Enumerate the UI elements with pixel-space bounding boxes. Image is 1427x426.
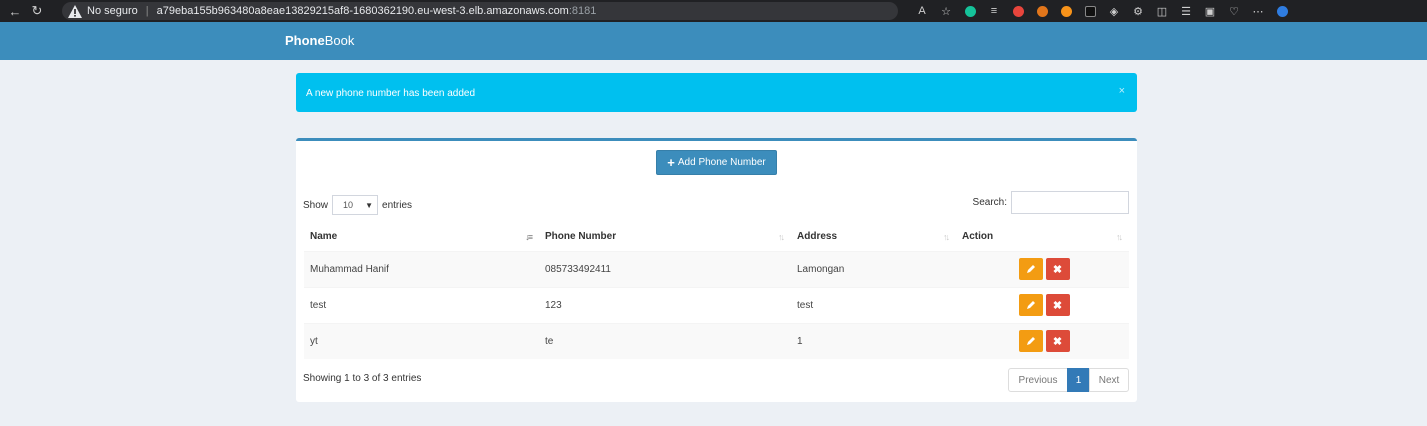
edit-button[interactable]: [1018, 258, 1043, 280]
delete-button[interactable]: ✖: [1045, 294, 1070, 316]
next-page-button[interactable]: Next: [1089, 368, 1129, 392]
favorite-star-icon[interactable]: ☆: [934, 0, 958, 22]
search-label: Search:: [972, 197, 1007, 208]
address-bar[interactable]: No seguro | a79eba155b963480a8eae1382921…: [62, 2, 898, 20]
sort-icon: ↑↓: [778, 232, 785, 242]
phonebook-panel: + Add Phone Number Show 10 ▼ entries Sea…: [296, 138, 1137, 402]
browser-extensions: A ☆ ≡ ◈ ⚙ ◫ ☰ ▣ ♡ ⋯: [910, 0, 1294, 22]
read-aloud-icon[interactable]: A: [910, 0, 934, 22]
alert-message: A new phone number has been added: [306, 88, 476, 99]
delete-button[interactable]: ✖: [1045, 330, 1070, 353]
cell-phone: 123: [539, 286, 791, 323]
close-icon: ✖: [1052, 263, 1063, 276]
dark-extension-icon[interactable]: [1078, 0, 1102, 22]
warning-icon: [68, 4, 82, 18]
security-label: No seguro: [87, 5, 138, 17]
brand-bold: Phone: [285, 33, 325, 48]
column-header-phone-label: Phone Number: [545, 231, 617, 243]
cell-action: ✖: [956, 322, 1129, 359]
edit-button[interactable]: [1018, 330, 1043, 353]
delete-button[interactable]: ✖: [1045, 258, 1070, 280]
table-info: Showing 1 to 3 of 3 entries: [303, 373, 422, 384]
search-control: Search:: [973, 191, 1129, 214]
success-alert: A new phone number has been added ×: [296, 73, 1137, 112]
metamask-extension-icon[interactable]: [1030, 0, 1054, 22]
page-1-button[interactable]: 1: [1067, 368, 1090, 392]
browser-toolbar: ← ↻ No seguro | a79eba155b963480a8eae138…: [0, 0, 1427, 22]
previous-page-button[interactable]: Previous: [1008, 368, 1068, 392]
refresh-icon[interactable]: ↻: [26, 0, 48, 22]
add-phone-number-label: Add Phone Number: [677, 157, 766, 168]
column-header-name-label: Name: [310, 231, 338, 243]
url-port: :8181: [568, 5, 597, 17]
column-header-action[interactable]: Action ↑↓: [956, 223, 1129, 252]
show-label: Show: [303, 199, 329, 211]
column-header-address-label: Address: [797, 231, 838, 243]
chevron-down-icon: ▼: [365, 200, 374, 210]
favorites-list-icon[interactable]: ☰: [1174, 0, 1198, 22]
grammarly-extension-icon[interactable]: [958, 0, 982, 22]
table-row: test 123 test ✖: [304, 286, 1129, 323]
page-length-control: Show 10 ▼ entries: [303, 195, 412, 215]
app-header: PhoneBook: [0, 22, 1427, 60]
sort-icon: ↑↓: [943, 232, 950, 242]
pencil-icon: [1026, 337, 1035, 346]
copilot-icon[interactable]: [1270, 0, 1294, 22]
adblock-extension-icon[interactable]: [1006, 0, 1030, 22]
sort-ascending-icon: ↓≡: [525, 232, 533, 242]
plus-icon: +: [667, 155, 675, 170]
shield-extension-icon[interactable]: ◈: [1102, 0, 1126, 22]
cell-phone: te: [539, 322, 791, 359]
cell-address: 1: [791, 322, 956, 359]
cell-action: ✖: [956, 250, 1129, 287]
table-row: yt te 1 ✖: [304, 322, 1129, 359]
column-header-phone[interactable]: Phone Number ↑↓: [539, 223, 791, 252]
bitcoin-extension-icon[interactable]: [1054, 0, 1078, 22]
search-input[interactable]: [1011, 191, 1129, 214]
cell-name: test: [304, 286, 539, 323]
edit-button[interactable]: [1018, 294, 1043, 316]
phonebook-table: Name ↓≡ Phone Number ↑↓ Address ↑↓ Action ↑↓…: [304, 223, 1129, 359]
cell-address: Lamongan: [791, 250, 956, 287]
brand-rest: Book: [324, 33, 355, 48]
back-arrow-icon[interactable]: ←: [4, 0, 26, 22]
close-icon[interactable]: ×: [1119, 85, 1125, 97]
table-header-row: Name ↓≡ Phone Number ↑↓ Address ↑↓ Action ↑↓: [304, 223, 1129, 252]
translate-extension-icon[interactable]: ≡: [982, 0, 1006, 22]
pagination: Previous 1 Next: [1008, 368, 1129, 392]
entries-label: entries: [382, 199, 413, 211]
puzzle-extensions-icon[interactable]: ⚙: [1126, 0, 1150, 22]
more-menu-icon[interactable]: ⋯: [1246, 0, 1270, 22]
sort-icon: ↑↓: [1116, 232, 1123, 242]
page-length-select[interactable]: 10 ▼: [332, 195, 379, 215]
split-screen-icon[interactable]: ◫: [1150, 0, 1174, 22]
cell-address: test: [791, 286, 956, 323]
performance-icon[interactable]: ♡: [1222, 0, 1246, 22]
page-length-value: 10: [343, 200, 354, 210]
add-phone-number-button[interactable]: + Add Phone Number: [656, 150, 777, 175]
cell-name: yt: [304, 322, 539, 359]
cell-name: Muhammad Hanif: [304, 250, 539, 287]
pencil-icon: [1026, 265, 1035, 273]
table-row: Muhammad Hanif 085733492411 Lamongan ✖: [304, 250, 1129, 287]
url-host: a79eba155b963480a8eae13829215af8-1680362…: [156, 5, 569, 17]
close-icon: ✖: [1052, 335, 1063, 348]
brand-logo[interactable]: PhoneBook: [285, 33, 354, 48]
url-separator: |: [145, 5, 149, 17]
collections-icon[interactable]: ▣: [1198, 0, 1222, 22]
pencil-icon: [1026, 301, 1035, 309]
column-header-name[interactable]: Name ↓≡: [304, 223, 539, 252]
column-header-address[interactable]: Address ↑↓: [791, 223, 956, 252]
cell-phone: 085733492411: [539, 250, 791, 287]
close-icon: ✖: [1052, 299, 1063, 312]
cell-action: ✖: [956, 286, 1129, 323]
column-header-action-label: Action: [962, 231, 994, 243]
